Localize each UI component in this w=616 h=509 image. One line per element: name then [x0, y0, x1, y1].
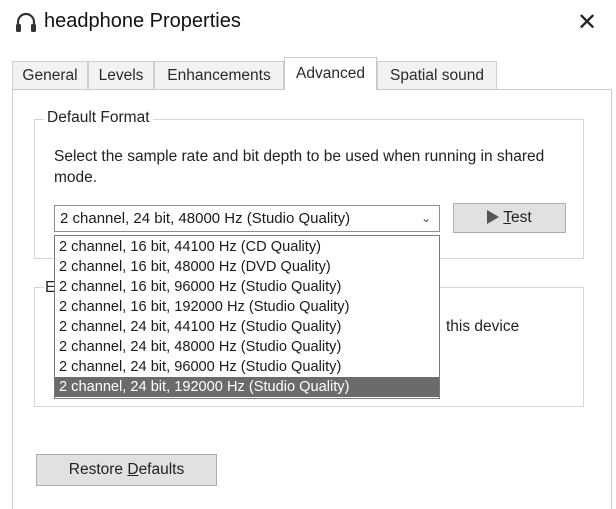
test-label-mnemonic: T [503, 209, 512, 226]
title-bar: headphone Properties ✕ [0, 0, 616, 46]
dropdown-option[interactable]: 2 channel, 16 bit, 48000 Hz (DVD Quality… [55, 257, 439, 277]
default-format-title: Default Format [44, 109, 153, 127]
tab-general[interactable]: General [12, 61, 88, 89]
restore-label-before: Restore [68, 461, 128, 478]
default-format-description: Select the sample rate and bit depth to … [54, 148, 545, 186]
sample-rate-select[interactable]: 2 channel, 24 bit, 48000 Hz (Studio Qual… [54, 205, 440, 232]
tab-levels[interactable]: Levels [88, 61, 154, 89]
dropdown-option[interactable]: 2 channel, 24 bit, 48000 Hz (Studio Qual… [55, 337, 439, 357]
tab-spatial-sound[interactable]: Spatial sound [377, 61, 497, 89]
restore-label-after: efaults [138, 461, 185, 478]
chevron-down-icon: ⌄ [420, 211, 431, 225]
restore-label-mnemonic: D [127, 461, 139, 478]
sample-rate-selected-value: 2 channel, 24 bit, 48000 Hz (Studio Qual… [60, 210, 351, 227]
tab-strip: General Levels Enhancements Advanced Spa… [12, 57, 612, 90]
restore-defaults-button[interactable]: Restore Defaults [36, 454, 217, 486]
close-button[interactable]: ✕ [570, 8, 604, 38]
dropdown-option[interactable]: 2 channel, 16 bit, 192000 Hz (Studio Qua… [55, 297, 439, 317]
dropdown-option[interactable]: 2 channel, 16 bit, 44100 Hz (CD Quality) [55, 237, 439, 257]
test-button[interactable]: Test [453, 203, 566, 233]
exclusive-mode-text: this device [446, 318, 520, 335]
test-label-after: est [511, 209, 532, 226]
tab-enhancements[interactable]: Enhancements [154, 61, 284, 89]
close-icon: ✕ [576, 9, 598, 36]
dropdown-option-highlighted[interactable]: 2 channel, 24 bit, 192000 Hz (Studio Qua… [55, 377, 439, 397]
dropdown-option[interactable]: 2 channel, 24 bit, 44100 Hz (Studio Qual… [55, 317, 439, 337]
play-icon [487, 210, 500, 224]
window-title: headphone Properties [44, 10, 241, 32]
dropdown-option[interactable]: 2 channel, 16 bit, 96000 Hz (Studio Qual… [55, 277, 439, 297]
dropdown-option[interactable]: 2 channel, 24 bit, 96000 Hz (Studio Qual… [55, 357, 439, 377]
headphone-icon [16, 12, 36, 32]
tab-advanced[interactable]: Advanced [284, 57, 377, 90]
sample-rate-dropdown-list: 2 channel, 16 bit, 44100 Hz (CD Quality)… [54, 235, 440, 399]
